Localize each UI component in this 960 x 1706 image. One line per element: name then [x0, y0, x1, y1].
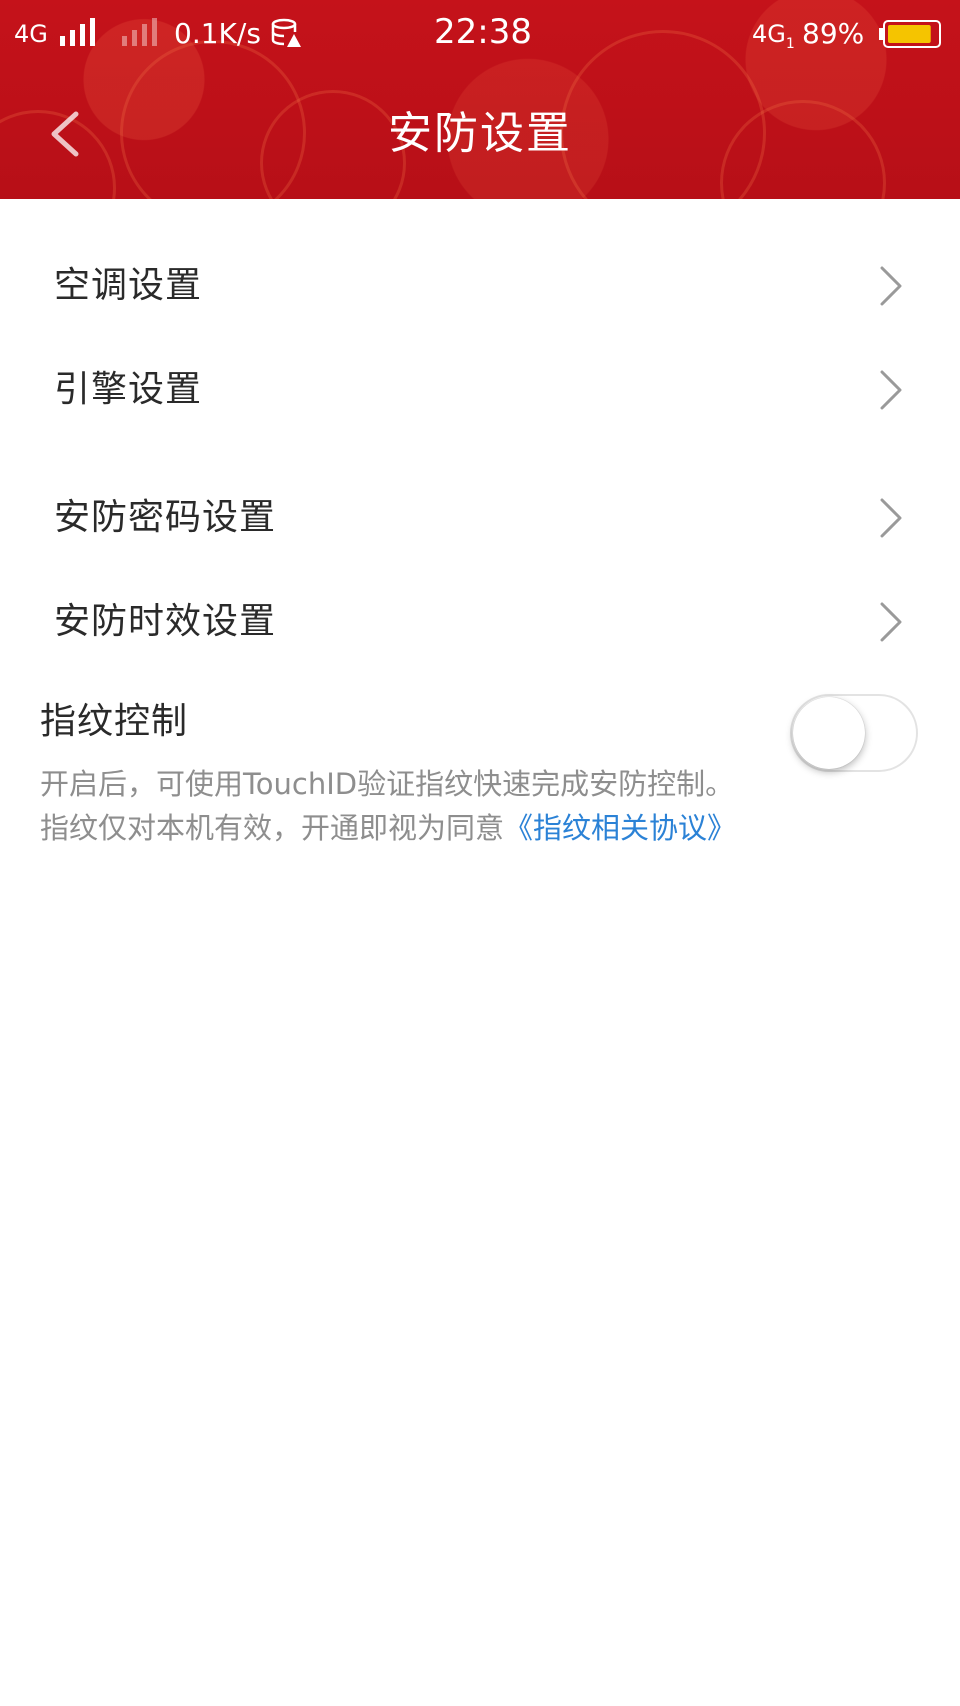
list-item-label: 安防时效设置	[54, 601, 277, 642]
list-item-security-timeout-settings[interactable]: 安防时效设置	[0, 572, 960, 672]
list-item-label: 安防密码设置	[54, 497, 277, 538]
fingerprint-consent-label: 指纹仅对本机有效，开通即视为同意	[40, 811, 505, 845]
chevron-right-icon	[880, 498, 902, 538]
signal-strength-icon	[60, 18, 95, 46]
chevron-right-icon	[880, 370, 902, 410]
network-speed: 0.1K/s	[174, 17, 261, 50]
carrier-label-secondary: 4G1	[752, 20, 795, 52]
data-usage-icon	[271, 18, 301, 47]
fingerprint-toggle[interactable]	[790, 694, 918, 772]
status-time: 22:38	[434, 12, 532, 52]
app-header: 4G 0.1K/s 22:38 4G1 89% 安防设置	[0, 0, 960, 199]
fingerprint-description: 开启后，可使用TouchID验证指纹快速完成安防控制。	[40, 767, 735, 801]
page-title: 安防设置	[388, 108, 572, 159]
battery-icon	[879, 20, 941, 48]
fingerprint-consent-text: 指纹仅对本机有效，开通即视为同意《指纹相关协议》	[40, 808, 736, 848]
list-item-ac-settings[interactable]: 空调设置	[0, 236, 960, 336]
list-item-security-password-settings[interactable]: 安防密码设置	[0, 468, 960, 568]
fingerprint-agreement-link[interactable]: 《指纹相关协议》	[504, 811, 736, 845]
list-item-label: 空调设置	[54, 265, 203, 306]
status-bar: 4G 0.1K/s 22:38 4G1 89%	[0, 0, 960, 68]
list-item-label: 引擎设置	[54, 369, 203, 410]
toggle-knob	[793, 697, 865, 769]
battery-percent: 89%	[802, 17, 865, 50]
signal-strength-secondary-icon	[122, 18, 157, 46]
fingerprint-control-title: 指纹控制	[40, 701, 189, 742]
chevron-right-icon	[880, 266, 902, 306]
chevron-right-icon	[880, 602, 902, 642]
list-item-engine-settings[interactable]: 引擎设置	[0, 340, 960, 440]
carrier-label: 4G	[14, 20, 48, 48]
security-settings-screen: 4G 0.1K/s 22:38 4G1 89% 安防设置 空调设置 引擎设置 安…	[0, 0, 960, 1706]
